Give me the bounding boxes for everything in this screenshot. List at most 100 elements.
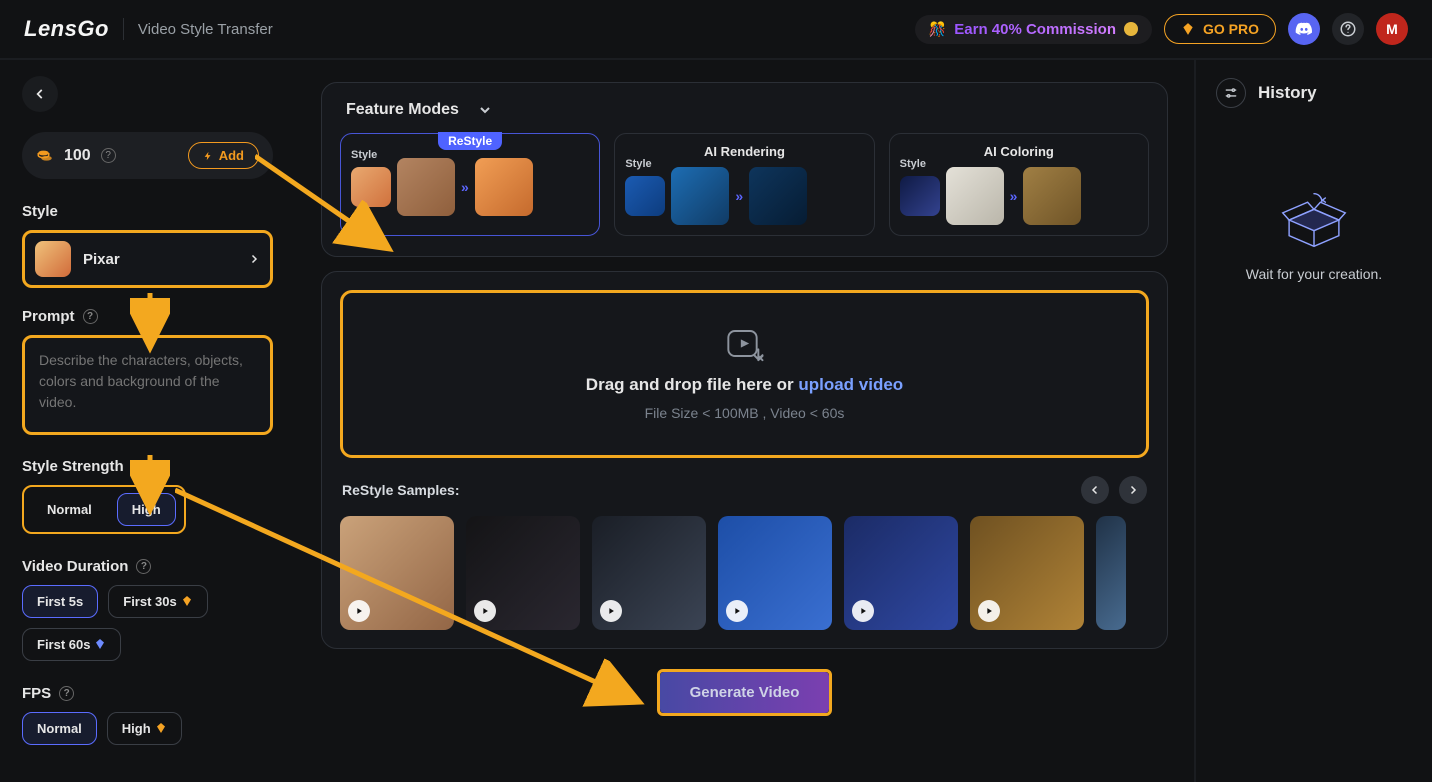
duration-30s-label: First 30s — [123, 594, 176, 609]
history-title: History — [1258, 83, 1317, 103]
sample-item[interactable] — [592, 516, 706, 630]
back-button[interactable] — [22, 76, 58, 112]
fps-label-text: FPS — [22, 685, 51, 702]
mode-title: AI Coloring — [900, 144, 1138, 159]
duration-label-text: Video Duration — [22, 558, 128, 575]
duration-60s[interactable]: First 60s — [22, 628, 121, 661]
credits-row: 100 ? Add — [22, 132, 273, 179]
samples-header: ReStyle Samples: — [342, 476, 1147, 504]
duration-5s[interactable]: First 5s — [22, 585, 98, 618]
arrow-icon: » — [1010, 188, 1018, 204]
strength-options: Normal High — [22, 485, 186, 534]
logo[interactable]: LensGo — [24, 16, 109, 42]
chevron-down-icon — [477, 102, 493, 118]
help-icon[interactable]: ? — [101, 148, 116, 163]
mode-src-thumb — [671, 167, 729, 225]
play-icon — [600, 600, 622, 622]
sample-item[interactable] — [718, 516, 832, 630]
header-right: 🎊 Earn 40% Commission GO PRO M — [915, 13, 1408, 45]
main: Feature Modes ReStyle Style » AI Renderi… — [295, 60, 1194, 782]
style-label: Style — [22, 203, 273, 220]
strength-label: Style Strength — [22, 458, 273, 475]
samples-nav — [1081, 476, 1147, 504]
chevron-right-icon — [1127, 484, 1139, 496]
add-credits-button[interactable]: Add — [188, 142, 259, 169]
mode-restyle[interactable]: ReStyle Style » — [340, 133, 600, 236]
diamond-icon — [181, 595, 193, 607]
header-left: LensGo Video Style Transfer — [24, 16, 273, 42]
strength-normal[interactable]: Normal — [32, 493, 107, 526]
bolt-icon — [203, 150, 213, 162]
go-pro-button[interactable]: GO PRO — [1164, 14, 1276, 44]
confetti-icon: 🎊 — [929, 21, 946, 38]
sample-item[interactable] — [970, 516, 1084, 630]
feature-modes-title: Feature Modes — [346, 101, 459, 119]
sample-item[interactable] — [1096, 516, 1126, 630]
duration-60s-label: First 60s — [37, 637, 90, 652]
upload-card: Drag and drop file here or upload video … — [321, 271, 1168, 649]
play-icon — [348, 600, 370, 622]
mode-src-thumb — [397, 158, 455, 216]
samples-next-button[interactable] — [1119, 476, 1147, 504]
discord-button[interactable] — [1288, 13, 1320, 45]
prompt-input[interactable] — [22, 335, 273, 435]
upload-video-link[interactable]: upload video — [798, 375, 903, 394]
duration-30s[interactable]: First 30s — [108, 585, 207, 618]
help-icon — [1339, 20, 1357, 38]
avatar[interactable]: M — [1376, 13, 1408, 45]
commission-pill[interactable]: 🎊 Earn 40% Commission — [915, 15, 1152, 44]
feature-modes-card: Feature Modes ReStyle Style » AI Renderi… — [321, 82, 1168, 257]
style-selector[interactable]: Pixar — [22, 230, 273, 288]
arrow-icon: » — [461, 179, 469, 195]
add-label: Add — [219, 148, 244, 163]
arrow-icon: » — [735, 188, 743, 204]
mode-ai-rendering[interactable]: AI Rendering Style » — [614, 133, 874, 236]
prompt-label: Prompt ? — [22, 308, 273, 325]
fps-normal[interactable]: Normal — [22, 712, 97, 745]
mode-dst-thumb — [749, 167, 807, 225]
chevron-left-icon — [1089, 484, 1101, 496]
sample-item[interactable] — [340, 516, 454, 630]
style-selected-name: Pixar — [83, 251, 236, 268]
help-icon[interactable]: ? — [59, 686, 74, 701]
feature-modes-header[interactable]: Feature Modes — [340, 101, 1149, 119]
empty-state-text: Wait for your creation. — [1246, 266, 1382, 282]
sample-item[interactable] — [466, 516, 580, 630]
help-icon[interactable]: ? — [83, 309, 98, 324]
sliders-icon — [1224, 86, 1238, 100]
mode-imgs: Style » — [625, 167, 863, 225]
samples-prev-button[interactable] — [1081, 476, 1109, 504]
upload-video-icon — [725, 327, 765, 365]
generate-video-button[interactable]: Generate Video — [660, 672, 830, 713]
strength-high[interactable]: High — [117, 493, 176, 526]
rightbar: History Wait for your creation. — [1194, 60, 1432, 782]
fps-label: FPS ? — [22, 685, 273, 702]
discord-icon — [1295, 22, 1313, 36]
play-icon — [852, 600, 874, 622]
play-icon — [726, 600, 748, 622]
help-button[interactable] — [1332, 13, 1364, 45]
commission-text: Earn 40% Commission — [954, 21, 1116, 38]
coin-icon — [1124, 22, 1138, 36]
generate-frame: Generate Video — [657, 669, 833, 716]
duration-label: Video Duration ? — [22, 558, 273, 575]
prompt-label-text: Prompt — [22, 308, 75, 325]
upload-dropzone[interactable]: Drag and drop file here or upload video … — [340, 290, 1149, 458]
dz-text-before: Drag and drop file here or — [586, 375, 799, 394]
help-icon[interactable]: ? — [136, 559, 151, 574]
mode-imgs: Style » — [900, 167, 1138, 225]
mode-ai-coloring[interactable]: AI Coloring Style » — [889, 133, 1149, 236]
samples-title: ReStyle Samples: — [342, 482, 460, 498]
fps-high-label: High — [122, 721, 151, 736]
divider — [123, 18, 124, 40]
history-settings-button[interactable] — [1216, 78, 1246, 108]
dropzone-sub-text: File Size < 100MB , Video < 60s — [645, 405, 845, 421]
dropzone-main-text: Drag and drop file here or upload video — [586, 375, 903, 395]
chevron-left-icon — [33, 87, 47, 101]
sample-item[interactable] — [844, 516, 958, 630]
style-label: Style — [625, 158, 651, 170]
chevron-right-icon — [248, 253, 260, 265]
fps-high[interactable]: High — [107, 712, 182, 745]
duration-options: First 5s First 30s First 60s — [22, 585, 273, 661]
mode-imgs: Style » — [351, 158, 589, 216]
